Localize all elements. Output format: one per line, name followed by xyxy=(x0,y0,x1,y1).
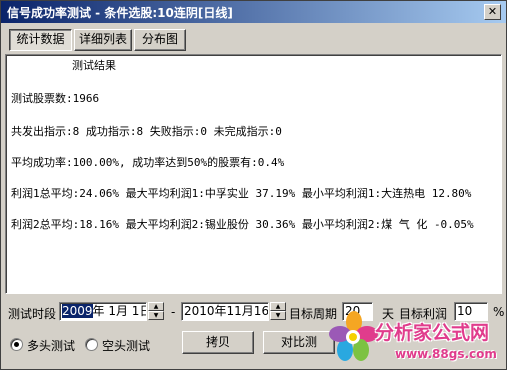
spin-down-icon[interactable]: ▼ xyxy=(148,311,164,320)
watermark-text: 分析家公式网 xyxy=(375,322,490,344)
tab-statistics-label: 统计数据 xyxy=(16,32,65,46)
close-button[interactable]: ✕ xyxy=(484,4,501,20)
results-panel[interactable]: 测试结果 测试股票数:1966 共发出指示:8 成功指示:8 失败指示:0 未完… xyxy=(5,54,502,294)
radio-selected-dot xyxy=(14,342,19,347)
radio-short-label[interactable]: 空头测试 xyxy=(102,337,150,354)
copy-button-label: 拷贝 xyxy=(205,335,230,349)
result-line-stock-count: 测试股票数:1966 xyxy=(11,92,100,105)
radio-short-test[interactable] xyxy=(85,338,98,351)
spin-down-icon[interactable]: ▼ xyxy=(270,311,286,320)
compare-test-button[interactable]: 对比测 xyxy=(263,331,335,354)
copy-button[interactable]: 拷贝 xyxy=(182,331,254,354)
compare-test-button-label: 对比测 xyxy=(280,335,317,349)
spin-up-icon[interactable]: ▲ xyxy=(148,302,164,311)
results-heading: 测试结果 xyxy=(72,59,116,72)
date-range-dash: - xyxy=(171,305,176,319)
end-date-value: 2010年11月16日 xyxy=(184,304,269,318)
start-date-spinner[interactable]: ▲ ▼ xyxy=(148,302,164,321)
window-title: 信号成功率测试 - 条件选股:10连阴[日线] xyxy=(7,6,233,20)
tab-statistics[interactable]: 统计数据 xyxy=(9,29,72,51)
title-bar[interactable]: 信号成功率测试 - 条件选股:10连阴[日线] ✕ xyxy=(1,1,506,23)
radio-long-test[interactable] xyxy=(10,338,23,351)
watermark-url: www.88gs.com xyxy=(395,347,497,361)
start-date-year: 2009 xyxy=(62,304,93,318)
tab-distribution-label: 分布图 xyxy=(141,32,178,46)
result-line-success-rate: 平均成功率:100.00%, 成功率达到50%的股票有:0.4% xyxy=(11,156,285,169)
tab-detail-list[interactable]: 详细列表 xyxy=(74,29,132,51)
result-line-profit1: 利润1总平均:24.06% 最大平均利润1:中孚实业 37.19% 最小平均利润… xyxy=(11,187,472,200)
period-label: 测试时段 xyxy=(8,307,57,321)
start-date-rest: 年 1月 1日 xyxy=(92,304,147,318)
radio-long-label[interactable]: 多头测试 xyxy=(27,337,75,354)
tab-detail-list-label: 详细列表 xyxy=(78,32,127,46)
close-icon: ✕ xyxy=(487,5,498,18)
site-watermark: 分析家公式网 www.88gs.com xyxy=(329,301,506,369)
main-window: 信号成功率测试 - 条件选股:10连阴[日线] ✕ 统计数据 详细列表 分布图 … xyxy=(0,0,507,370)
result-line-signals: 共发出指示:8 成功指示:8 失败指示:0 未完成指示:0 xyxy=(11,125,282,138)
end-date-spinner[interactable]: ▲ ▼ xyxy=(270,302,286,321)
end-date-field[interactable]: 2010年11月16日 xyxy=(181,302,269,321)
spin-up-icon[interactable]: ▲ xyxy=(270,302,286,311)
result-line-profit2: 利润2总平均:18.16% 最大平均利润2:锡业股份 30.36% 最小平均利润… xyxy=(11,218,474,231)
flower-logo-icon xyxy=(329,311,378,361)
tab-distribution[interactable]: 分布图 xyxy=(134,29,186,51)
start-date-field[interactable]: 2009年 1月 1日 xyxy=(59,302,147,321)
